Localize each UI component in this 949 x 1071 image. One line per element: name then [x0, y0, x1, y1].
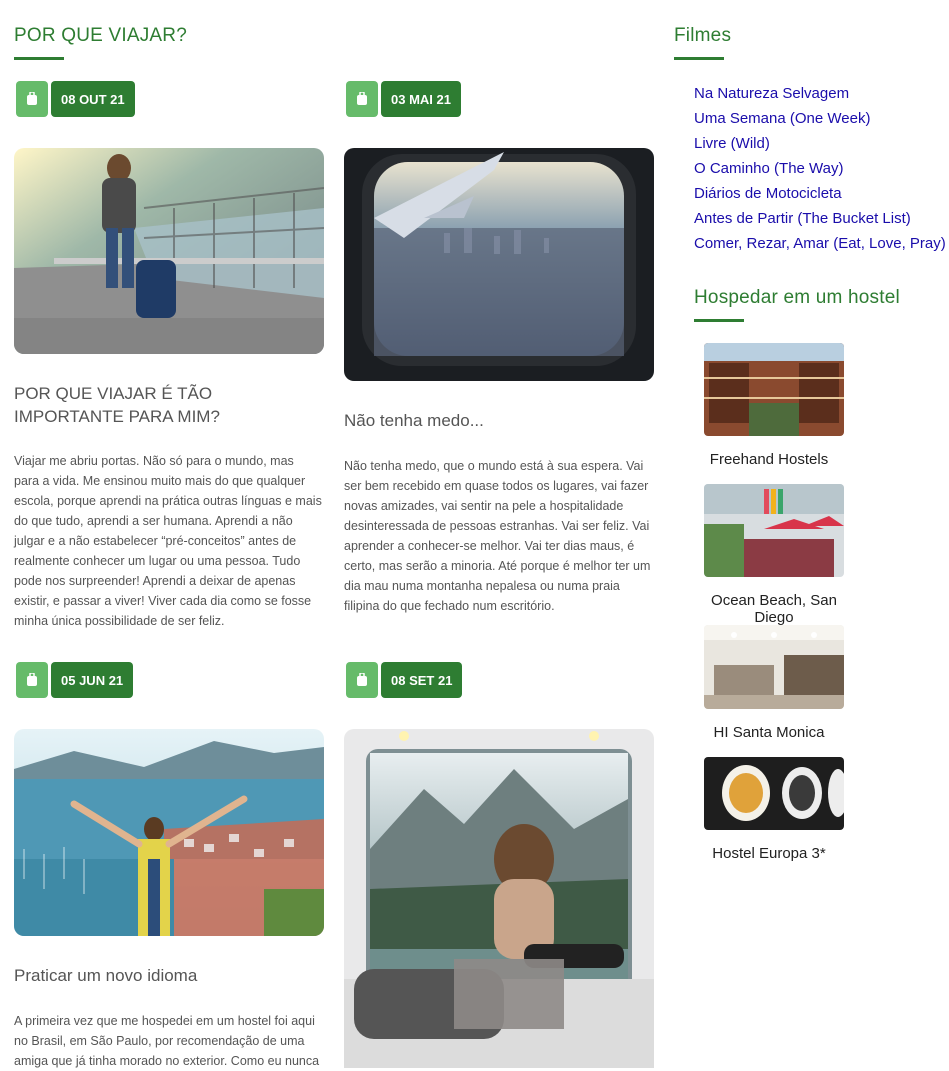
luggage-icon: [346, 662, 378, 698]
film-link[interactable]: Uma Semana (One Week): [694, 106, 946, 131]
film-link[interactable]: Comer, Rezar, Amar (Eat, Love, Pray): [694, 231, 946, 256]
date-badge: 08 SET 21: [346, 662, 463, 698]
date-label: 08 OUT 21: [51, 81, 135, 117]
date-label: 08 SET 21: [381, 662, 463, 698]
date-badge: 03 MAI 21: [346, 81, 461, 117]
film-link[interactable]: Livre (Wild): [694, 131, 946, 156]
post-text: Viajar me abriu portas. Não só para o mu…: [14, 454, 322, 628]
date-label: 03 MAI 21: [381, 81, 461, 117]
luggage-icon: [16, 662, 48, 698]
post-image-airplane-window[interactable]: [344, 148, 654, 381]
post-title[interactable]: Praticar um novo idioma: [14, 964, 314, 987]
title-underline: [674, 57, 724, 60]
films-title: Filmes: [674, 25, 732, 46]
hostel-image[interactable]: [704, 757, 844, 830]
section-title: POR QUE VIAJAR?: [14, 25, 187, 46]
post-image-van-mountains[interactable]: [344, 729, 654, 1068]
post-image-harbor[interactable]: [14, 729, 324, 936]
date-badge: 05 JUN 21: [16, 662, 134, 698]
hostel-image[interactable]: [704, 625, 844, 709]
date-label: 05 JUN 21: [51, 662, 134, 698]
post-text: A primeira vez que me hospedei em um hos…: [14, 1014, 320, 1068]
post-title[interactable]: POR QUE VIAJAR É TÃO IMPORTANTE PARA MIM…: [14, 382, 314, 428]
film-link[interactable]: Antes de Partir (The Bucket List): [694, 206, 946, 231]
hostel-name[interactable]: Freehand Hostels: [694, 451, 844, 468]
hostel-name[interactable]: Ocean Beach, San Diego: [694, 592, 854, 626]
films-list: Na Natureza Selvagem Uma Semana (One Wee…: [694, 81, 946, 256]
post-image-luggage[interactable]: [14, 148, 324, 354]
hostel-name[interactable]: Hostel Europa 3*: [694, 845, 844, 862]
film-link[interactable]: Na Natureza Selvagem: [694, 81, 946, 106]
title-underline: [694, 319, 744, 322]
luggage-icon: [346, 81, 378, 117]
post-text: Não tenha medo, que o mundo está à sua e…: [344, 459, 651, 613]
date-badge: 08 OUT 21: [16, 81, 135, 117]
title-underline: [14, 57, 64, 60]
hostels-title: Hospedar em um hostel: [694, 287, 900, 308]
hostel-name[interactable]: HI Santa Monica: [694, 724, 844, 741]
film-link[interactable]: Diários de Motocicleta: [694, 181, 946, 206]
post-title[interactable]: Não tenha medo...: [344, 409, 644, 432]
hostel-image[interactable]: [704, 484, 844, 577]
hostel-image[interactable]: [704, 343, 844, 436]
film-link[interactable]: O Caminho (The Way): [694, 156, 946, 181]
luggage-icon: [16, 81, 48, 117]
